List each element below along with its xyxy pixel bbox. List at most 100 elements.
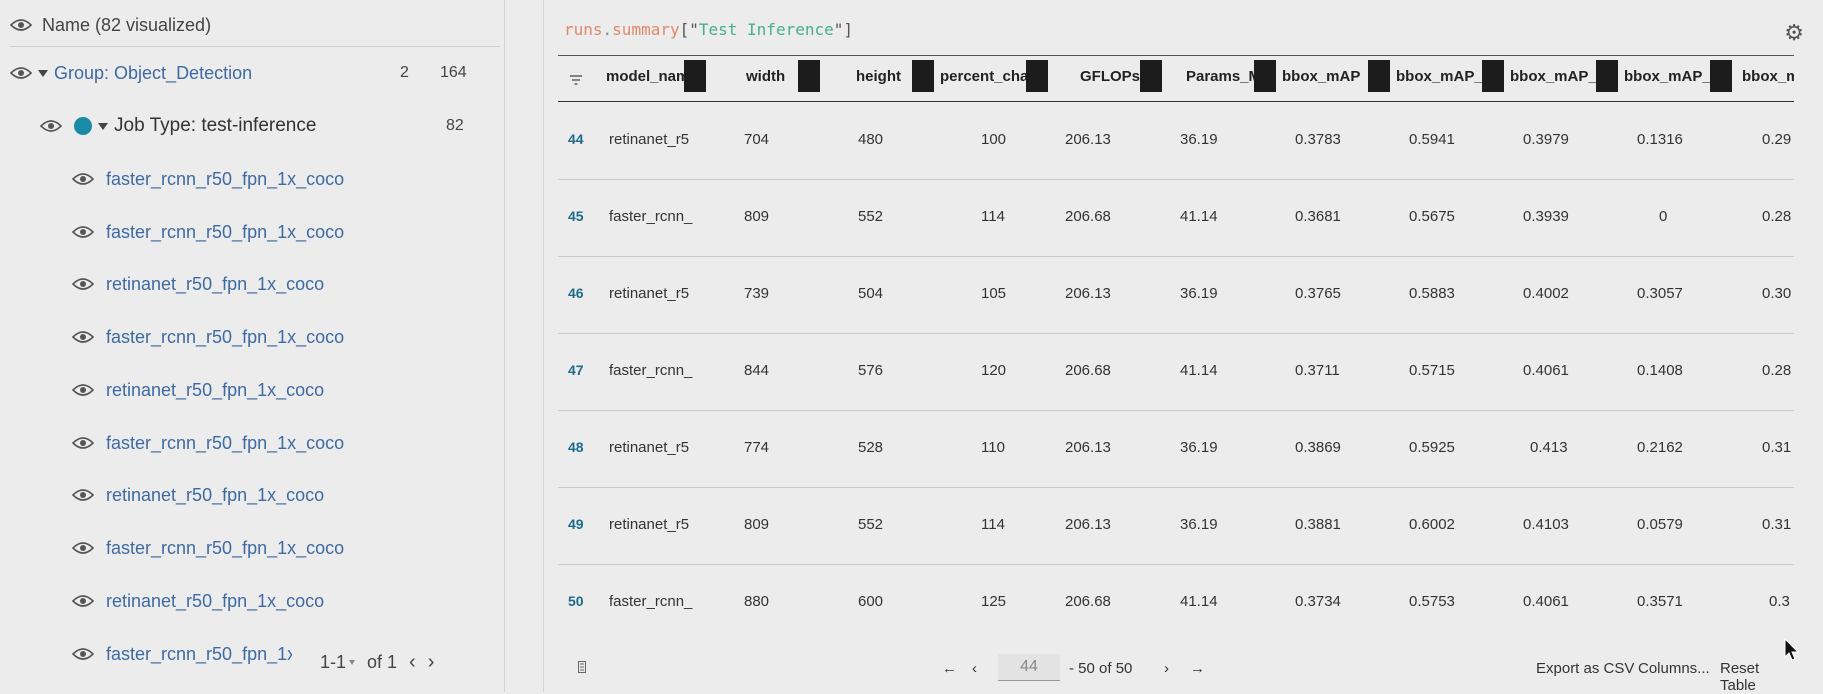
eye-icon[interactable] <box>10 18 32 32</box>
chevron-right-icon[interactable]: › <box>428 651 435 674</box>
table-cell: 36.19 <box>1180 516 1218 533</box>
eye-icon[interactable] <box>72 225 94 239</box>
table-row[interactable]: 48 retinanet_r5 774 528 110 206.13 36.19… <box>558 411 1794 488</box>
filter-icon[interactable] <box>570 72 582 90</box>
name-header-label: Name (82 visualized) <box>42 14 212 35</box>
run-name[interactable]: faster_rcnn_r50_fpn_1x_coco <box>106 538 344 559</box>
first-page-button[interactable]: ← <box>942 660 957 677</box>
last-page-button[interactable]: → <box>1190 660 1205 677</box>
run-row[interactable]: faster_rcnn_r50_fpn_1x_coco <box>72 322 472 352</box>
column-header[interactable]: height <box>856 68 901 85</box>
caret-down-icon[interactable] <box>98 122 108 130</box>
run-row[interactable]: retinanet_r50_fpn_1x_coco <box>72 375 472 405</box>
table-cell: 41.14 <box>1180 593 1218 610</box>
eye-icon[interactable] <box>72 330 94 344</box>
eye-icon[interactable] <box>72 541 94 555</box>
job-type-row[interactable]: Job Type: test-inference 82 <box>40 111 480 141</box>
columns-button[interactable]: Columns... <box>1638 660 1710 677</box>
run-name[interactable]: faster_rcnn_r50_fpn_1x <box>106 644 292 665</box>
table-row[interactable]: 49 retinanet_r5 809 552 114 206.13 36.19… <box>558 488 1794 565</box>
column-resize-handle[interactable] <box>1482 60 1504 92</box>
run-name[interactable]: retinanet_r50_fpn_1x_coco <box>106 380 324 401</box>
table-cell: 110 <box>981 439 1005 456</box>
column-header[interactable]: bbox_mAP_ <box>1396 68 1483 85</box>
run-row[interactable]: retinanet_r50_fpn_1x_coco <box>72 269 472 299</box>
run-name[interactable]: faster_rcnn_r50_fpn_1x_coco <box>106 222 344 243</box>
table-row[interactable]: 50 faster_rcnn_ 880 600 125 206.68 41.14… <box>558 565 1794 630</box>
column-resize-handle[interactable] <box>1254 60 1276 92</box>
column-resize-handle[interactable] <box>798 60 820 92</box>
group-row[interactable]: Group: Object_Detection 2 164 <box>10 58 480 88</box>
row-index[interactable]: 49 <box>568 516 584 532</box>
group-label[interactable]: Group: Object_Detection <box>54 63 252 84</box>
table-row[interactable]: 45 faster_rcnn_ 809 552 114 206.68 41.14… <box>558 180 1794 257</box>
row-index[interactable]: 46 <box>568 285 584 301</box>
eye-icon[interactable] <box>10 66 32 80</box>
row-index[interactable]: 47 <box>568 362 584 378</box>
column-header[interactable]: bbox_mAP_ <box>1624 68 1711 85</box>
run-name[interactable]: retinanet_r50_fpn_1x_coco <box>106 485 324 506</box>
page-number-input[interactable] <box>998 654 1060 681</box>
eye-icon[interactable] <box>72 277 94 291</box>
column-header[interactable]: GFLOPs <box>1080 68 1140 85</box>
next-page-button[interactable]: › <box>1164 660 1169 677</box>
column-header[interactable]: bbox_mAP_ <box>1510 68 1597 85</box>
reset-table-button[interactable]: Reset Table <box>1720 660 1794 694</box>
prev-page-button[interactable]: ‹ <box>972 660 977 677</box>
column-resize-handle[interactable] <box>1140 60 1162 92</box>
run-row[interactable]: faster_rcnn_r50_fpn_1x_coco <box>72 533 472 563</box>
color-dot-icon[interactable] <box>74 117 92 135</box>
row-index[interactable]: 45 <box>568 208 584 224</box>
gear-icon[interactable]: ⚙ <box>1784 20 1804 46</box>
column-header[interactable]: width <box>746 68 785 85</box>
table-cell: retinanet_r5 <box>609 285 690 302</box>
page-range-select[interactable]: 1-1 <box>320 652 356 673</box>
run-row[interactable]: retinanet_r50_fpn_1x_coco <box>72 480 472 510</box>
column-header[interactable]: Params_M <box>1186 68 1261 85</box>
eye-icon[interactable] <box>40 119 62 133</box>
run-row[interactable]: faster_rcnn_r50_fpn_1x_coco <box>72 428 472 458</box>
eye-icon[interactable] <box>72 383 94 397</box>
table-header: model_nam width height percent_cha GFLOP… <box>558 56 1794 102</box>
column-resize-handle[interactable] <box>684 60 706 92</box>
column-header[interactable]: bbox_mAP <box>1282 68 1360 85</box>
column-header[interactable]: bbox_m <box>1742 68 1794 85</box>
table-row[interactable]: 46 retinanet_r5 739 504 105 206.13 36.19… <box>558 257 1794 334</box>
table-row[interactable]: 47 faster_rcnn_ 844 576 120 206.68 41.14… <box>558 334 1794 411</box>
caret-down-icon[interactable] <box>38 69 48 77</box>
chevron-left-icon[interactable]: ‹ <box>409 651 416 674</box>
table-cell: 774 <box>744 439 770 456</box>
table-row[interactable]: 44 retinanet_r5 704 480 100 206.13 36.19… <box>558 103 1794 180</box>
run-name[interactable]: retinanet_r50_fpn_1x_coco <box>106 591 324 612</box>
eye-icon[interactable] <box>72 436 94 450</box>
table-cell: 0.5753 <box>1409 593 1455 610</box>
run-row[interactable]: faster_rcnn_r50_fpn_1x_coco <box>72 217 472 247</box>
run-name[interactable]: faster_rcnn_r50_fpn_1x_coco <box>106 327 344 348</box>
run-name[interactable]: faster_rcnn_r50_fpn_1x_coco <box>106 169 344 190</box>
table-cell: 114 <box>981 208 1005 225</box>
row-index[interactable]: 50 <box>568 593 584 609</box>
eye-icon[interactable] <box>72 594 94 608</box>
eye-icon[interactable] <box>72 647 94 661</box>
row-index[interactable]: 48 <box>568 439 584 455</box>
column-resize-handle[interactable] <box>1710 60 1732 92</box>
column-resize-handle[interactable] <box>1368 60 1390 92</box>
export-csv-button[interactable]: Export as CSV <box>1536 660 1634 677</box>
copy-icon[interactable] <box>578 660 586 677</box>
run-name[interactable]: retinanet_r50_fpn_1x_coco <box>106 274 324 295</box>
eye-icon[interactable] <box>72 172 94 186</box>
run-row[interactable]: retinanet_r50_fpn_1x_coco <box>72 586 472 616</box>
column-header[interactable]: model_nam <box>606 68 689 85</box>
query-expression[interactable]: runs.summary["Test Inference"] <box>564 20 853 39</box>
column-resize-handle[interactable] <box>912 60 934 92</box>
row-index[interactable]: 44 <box>568 131 584 147</box>
run-row[interactable]: faster_rcnn_r50_fpn_1x_coco <box>72 164 472 194</box>
column-resize-handle[interactable] <box>1026 60 1048 92</box>
run-row[interactable]: faster_rcnn_r50_fpn_1x <box>72 639 292 669</box>
run-name[interactable]: faster_rcnn_r50_fpn_1x_coco <box>106 433 344 454</box>
table-cell: 0.1316 <box>1637 131 1683 148</box>
eye-icon[interactable] <box>72 488 94 502</box>
column-header[interactable]: percent_cha <box>940 68 1028 85</box>
column-resize-handle[interactable] <box>1596 60 1618 92</box>
table-cell: retinanet_r5 <box>609 516 690 533</box>
